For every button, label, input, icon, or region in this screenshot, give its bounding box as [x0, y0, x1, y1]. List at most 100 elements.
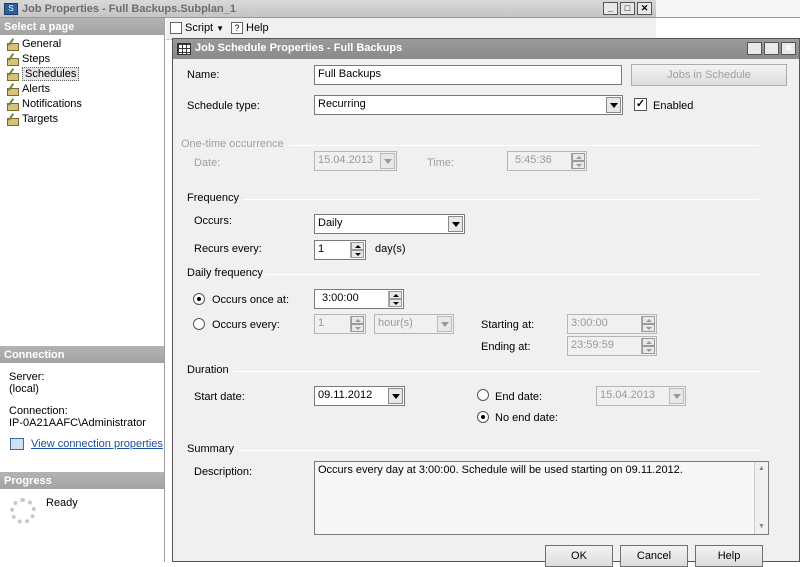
page-alerts[interactable]: Alerts — [6, 82, 50, 96]
occurs-label: Occurs: — [194, 215, 232, 227]
one-time-date-field[interactable]: 15.04.2013 — [314, 151, 397, 171]
help-button[interactable]: ? Help — [231, 22, 269, 34]
dialog-maximize-button[interactable]: □ — [764, 42, 779, 55]
one-time-header-text: One-time occurrence — [181, 138, 284, 150]
help-dialog-button[interactable]: Help — [695, 545, 763, 567]
script-button[interactable]: Script ▼ — [170, 22, 224, 34]
scroll-down-icon: ▼ — [758, 523, 765, 530]
minimize-button[interactable]: _ — [603, 2, 618, 15]
description-textbox[interactable]: Occurs every day at 3:00:00. Schedule wi… — [314, 461, 769, 535]
dialog-close-button[interactable]: ✕ — [781, 42, 796, 55]
page-targets[interactable]: Targets — [6, 112, 58, 126]
connection-label: Connection: — [9, 405, 68, 417]
description-label: Description: — [194, 466, 253, 478]
schedule-dialog: Job Schedule Properties - Full Backups _… — [172, 38, 800, 567]
name-field[interactable]: Full Backups — [314, 65, 622, 85]
connection-value: IP-0A21AAFC\Administrator — [9, 417, 146, 429]
section-divider — [233, 371, 761, 372]
occurs-every-unit-value: hour(s) — [378, 317, 413, 329]
left-panel: Select a page General Steps Schedules Al… — [0, 18, 165, 562]
close-button[interactable]: ✕ — [637, 2, 652, 15]
outer-title-bar: S Job Properties - Full Backups.Subplan_… — [0, 0, 656, 18]
page-schedules-label: Schedules — [22, 67, 80, 81]
progress-status: Ready — [46, 497, 78, 509]
section-divider — [239, 450, 761, 451]
page-notifications-label: Notifications — [22, 98, 82, 110]
daily-frequency-section-header: Daily frequency — [187, 267, 791, 279]
wrench-icon — [6, 83, 19, 96]
chevron-down-icon — [448, 216, 463, 232]
script-icon — [170, 22, 182, 34]
occurs-every-value: 1 — [318, 317, 325, 329]
maximize-button[interactable]: □ — [620, 2, 635, 15]
description-scrollbar[interactable]: ▲ ▼ — [754, 462, 768, 534]
starting-at-field[interactable]: 3:00:00 — [567, 314, 657, 334]
summary-section-header: Summary — [187, 443, 791, 455]
help-icon: ? — [231, 22, 243, 34]
occurs-once-radio[interactable] — [193, 293, 205, 305]
select-page-header: Select a page — [0, 18, 164, 35]
page-notifications[interactable]: Notifications — [6, 97, 82, 111]
server-label: Server: — [9, 371, 45, 383]
daily-frequency-header-text: Daily frequency — [187, 267, 263, 279]
start-date-label: Start date: — [194, 391, 245, 403]
page-steps[interactable]: Steps — [6, 52, 50, 66]
end-date-value: 15.04.2013 — [600, 389, 656, 401]
page-general-label: General — [22, 38, 62, 50]
right-background — [656, 18, 800, 40]
page-general[interactable]: General — [6, 37, 61, 51]
schedule-type-select[interactable]: Recurring — [314, 95, 623, 115]
enabled-label: Enabled — [653, 100, 694, 112]
end-date-label: End date: — [495, 391, 543, 403]
recurs-unit: day(s) — [375, 243, 406, 255]
dialog-title: Job Schedule Properties - Full Backups — [195, 42, 403, 54]
end-date-field[interactable]: 15.04.2013 — [596, 386, 686, 406]
time-label: Time: — [427, 157, 455, 169]
one-time-section-header: One-time occurrence — [181, 138, 789, 150]
schedule-type-label: Schedule type: — [187, 100, 260, 112]
end-date-radio[interactable] — [477, 389, 489, 401]
jobs-in-schedule-button[interactable]: Jobs in Schedule — [631, 64, 787, 86]
occurs-every-unit-select[interactable]: hour(s) — [374, 314, 454, 334]
spinner-icon — [350, 242, 364, 258]
summary-header-text: Summary — [187, 443, 235, 455]
spinner-icon — [350, 316, 364, 332]
scroll-up-icon: ▲ — [758, 465, 765, 472]
occurs-once-time-field[interactable]: 3:00:00 — [314, 289, 404, 309]
ok-button[interactable]: OK — [545, 545, 613, 567]
duration-header-text: Duration — [187, 364, 229, 376]
dialog-title-bar: Job Schedule Properties - Full Backups _… — [173, 39, 799, 59]
one-time-time-value: 5:45:36 — [515, 154, 552, 166]
start-date-field[interactable]: 09.11.2012 — [314, 386, 405, 406]
date-label: Date: — [194, 157, 221, 169]
occurs-every-field[interactable]: 1 — [314, 314, 366, 334]
progress-header: Progress — [0, 472, 164, 489]
dialog-minimize-button[interactable]: _ — [747, 42, 762, 55]
enabled-checkbox[interactable]: ✓ — [634, 98, 647, 111]
start-date-value: 09.11.2012 — [318, 389, 373, 401]
connection-header: Connection — [0, 346, 164, 363]
recurs-every-value: 1 — [318, 243, 325, 255]
schedule-type-value: Recurring — [318, 98, 366, 110]
one-time-time-field[interactable]: 5:45:36 — [507, 151, 587, 171]
spinner-icon — [641, 316, 655, 332]
frequency-header-text: Frequency — [187, 192, 239, 204]
view-connection-properties-link[interactable]: View connection properties — [31, 438, 163, 450]
occurs-select[interactable]: Daily — [314, 214, 465, 234]
chevron-down-icon: ▼ — [216, 23, 225, 33]
occurs-once-time-value: 3:00:00 — [322, 292, 359, 304]
page-targets-label: Targets — [22, 113, 59, 125]
progress-spinner-icon — [10, 498, 36, 524]
cancel-button[interactable]: Cancel — [620, 545, 688, 567]
spinner-icon — [388, 291, 402, 307]
no-end-date-radio[interactable] — [477, 411, 489, 423]
starting-at-value: 3:00:00 — [571, 317, 608, 329]
page-schedules[interactable]: Schedules — [6, 67, 80, 81]
ending-at-field[interactable]: 23:59:59 — [567, 336, 657, 356]
wrench-icon — [6, 38, 19, 51]
description-text: Occurs every day at 3:00:00. Schedule wi… — [318, 464, 683, 476]
occurs-every-radio[interactable] — [193, 318, 205, 330]
recurs-every-field[interactable]: 1 — [314, 240, 366, 260]
spinner-icon — [641, 338, 655, 354]
wrench-icon — [6, 53, 19, 66]
